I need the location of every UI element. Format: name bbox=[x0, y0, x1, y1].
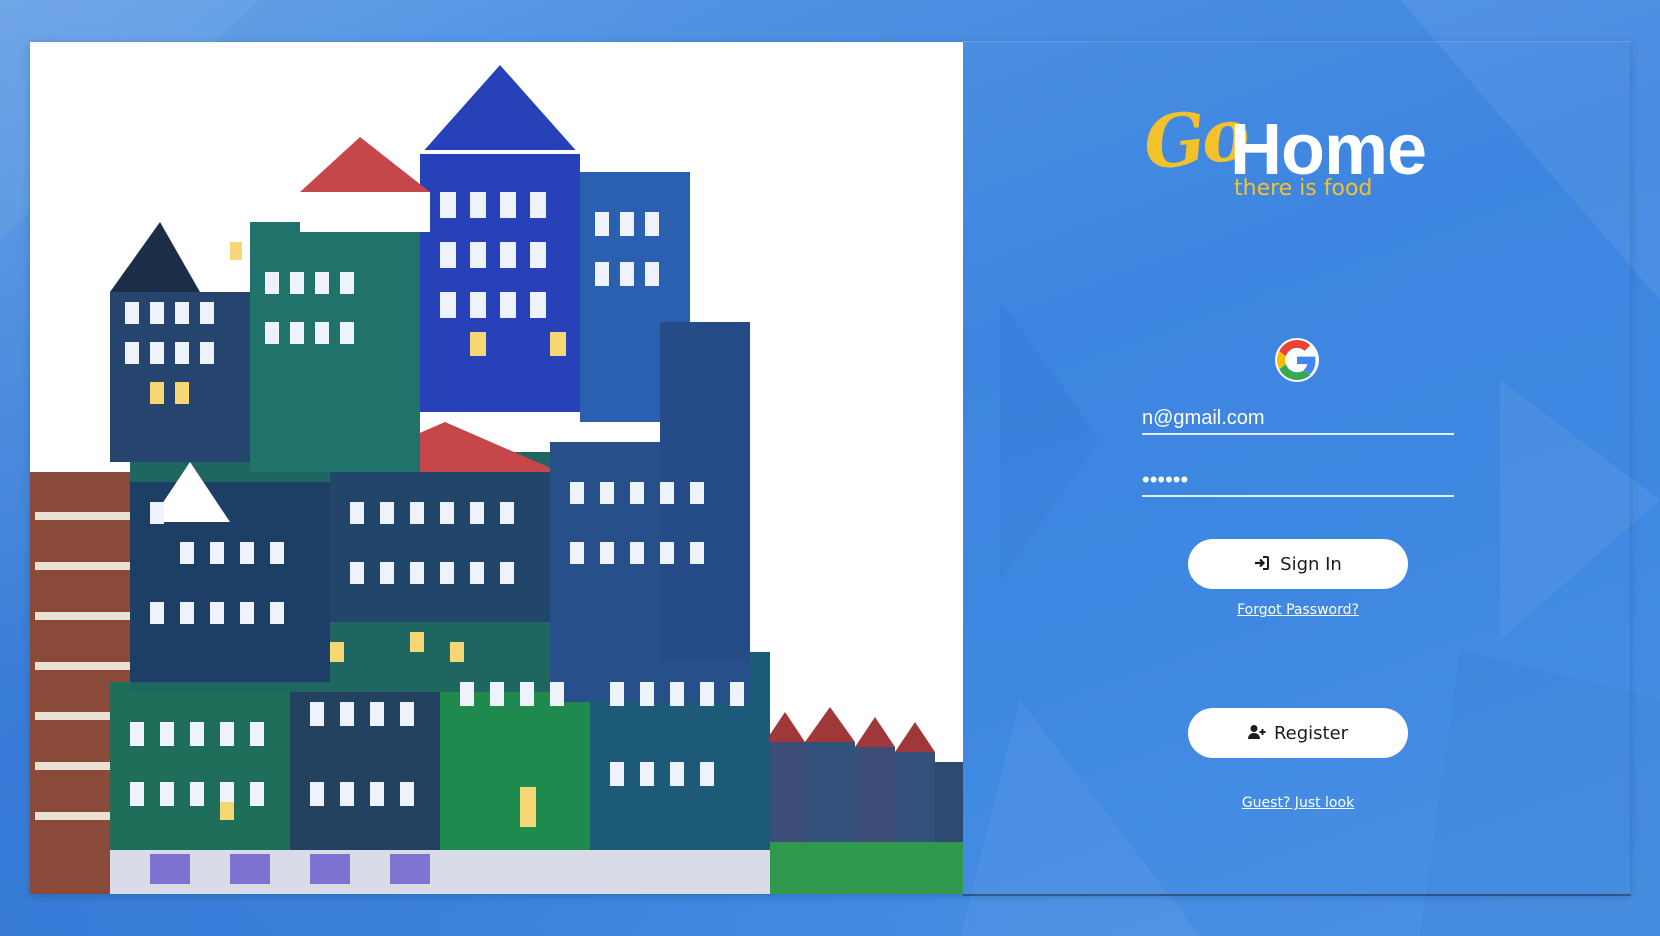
google-signin-button[interactable] bbox=[1275, 338, 1319, 382]
google-icon bbox=[1277, 340, 1316, 380]
guest-link[interactable]: Guest? Just look bbox=[1200, 795, 1396, 811]
logo-tagline: there is food bbox=[1234, 176, 1373, 201]
register-button[interactable]: Register bbox=[1188, 708, 1408, 758]
card-bottom-edge bbox=[963, 894, 1631, 896]
email-field[interactable] bbox=[1142, 403, 1454, 435]
sign-in-button[interactable]: Sign In bbox=[1188, 539, 1408, 589]
email-input[interactable] bbox=[1142, 403, 1454, 433]
register-label: Register bbox=[1273, 722, 1349, 744]
sign-in-icon bbox=[1254, 555, 1272, 573]
forgot-password-link[interactable]: Forgot Password? bbox=[1200, 602, 1396, 618]
sign-in-label: Sign In bbox=[1280, 553, 1342, 575]
password-field[interactable] bbox=[1142, 465, 1454, 497]
user-plus-icon bbox=[1247, 724, 1266, 742]
password-input[interactable] bbox=[1142, 465, 1454, 495]
gohome-logo: Go Home there is food bbox=[1140, 91, 1448, 208]
card-top-edge bbox=[963, 41, 1631, 42]
hero-photo bbox=[30, 42, 963, 894]
